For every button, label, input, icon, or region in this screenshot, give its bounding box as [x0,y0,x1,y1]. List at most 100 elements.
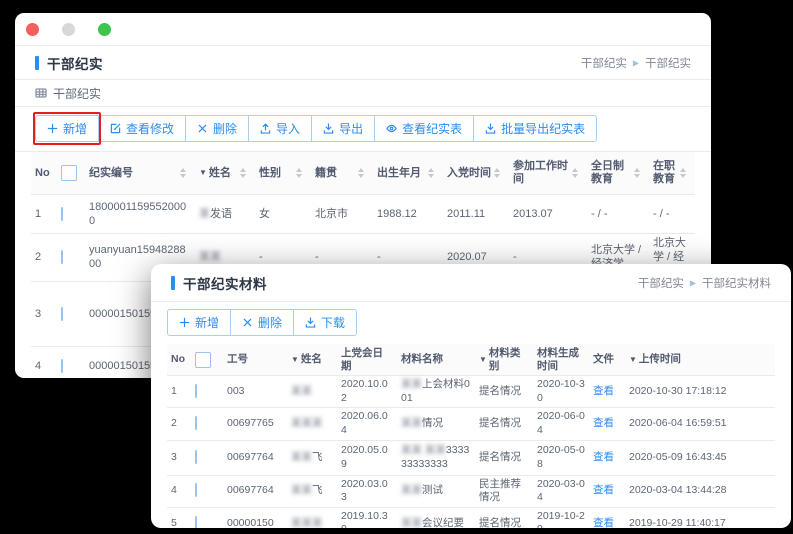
breadcrumb-item[interactable]: 干部纪实 [581,55,627,71]
select-all-checkbox[interactable] [195,352,211,368]
column-header[interactable]: 出生年月 [373,167,443,180]
sort-icon[interactable] [428,168,434,178]
table-row: 200697765某某某2020.06.04某某情况提名情况2020-06-04… [167,408,775,440]
table-cell: 查看 [589,515,625,528]
breadcrumb-item[interactable]: 干部纪实 [645,55,691,71]
close-icon [242,317,253,328]
table-cell: 某某某 [287,415,337,433]
window-titlebar [15,13,711,46]
column-header[interactable]: 全日制教育 [587,160,649,185]
column-header[interactable]: 工号 [223,353,287,365]
table-cell [57,205,85,223]
column-header[interactable]: 在职教育 [649,160,695,185]
view-link[interactable]: 查看 [593,451,614,463]
filter-icon[interactable]: ▼ [199,168,207,177]
table-cell: 提名情况 [475,449,533,467]
row-checkbox[interactable] [195,416,197,430]
table-cell: - / - [587,205,649,223]
download-icon [305,317,316,328]
sort-icon[interactable] [358,168,364,178]
toolbar: 新增查看修改删除导入导出查看纪实表批量导出纪实表 [15,107,711,152]
table-cell: 查看 [589,383,625,401]
column-header[interactable]: ▼姓名 [287,353,337,365]
toolbar-button[interactable]: 删除 [186,116,249,141]
table-cell: 3 [167,449,191,467]
table-cell: 1 [167,383,191,401]
toolbar-button[interactable]: 查看纪实表 [375,116,474,141]
toolbar-button[interactable]: 删除 [231,310,294,335]
table-cell: 00697764 [223,482,287,500]
edit-icon [110,123,121,134]
column-header-label: 文件 [593,353,614,365]
column-header[interactable]: 籍贯 [311,167,373,180]
row-checkbox[interactable] [195,450,197,464]
table-cell: 某某飞 [287,449,337,467]
column-header[interactable]: No [31,167,57,180]
table-cell: 00697765 [223,415,287,433]
column-header-label: 上传时间 [639,353,681,365]
toolbar-button[interactable]: 批量导出纪实表 [474,116,596,141]
table-cell: 003 [223,383,287,401]
column-header[interactable]: 性别 [255,167,311,180]
view-link[interactable]: 查看 [593,484,614,496]
close-window-button[interactable] [26,23,39,36]
grid-icon [35,87,47,99]
toolbar-button[interactable]: 新增 [36,116,99,141]
column-header[interactable]: ▼上传时间 [625,353,775,365]
table-cell: 某某测试 [397,482,475,500]
minimize-window-button[interactable] [62,23,75,36]
select-all-checkbox[interactable] [61,165,77,181]
table-cell: 2011.11 [443,205,509,223]
toolbar-button[interactable]: 新增 [168,310,231,335]
column-header[interactable]: 入党时间 [443,167,509,180]
table-cell: 查看 [589,415,625,433]
view-link[interactable]: 查看 [593,417,614,429]
column-header[interactable]: 文件 [589,353,625,365]
page-title-row: 干部纪实材料 干部纪实 ▶ 干部纪实材料 [151,264,791,302]
sort-icon[interactable] [296,168,302,178]
column-header-label: 性别 [259,167,281,180]
table-header-row: No工号▼姓名上党会日期材料名称▼材料类别材料生成时间文件▼上传时间 [167,344,775,376]
toolbar-button[interactable]: 导出 [312,116,375,141]
sort-icon[interactable] [572,168,578,178]
page-title: 干部纪实 [47,53,103,73]
row-checkbox[interactable] [195,483,197,497]
row-checkbox[interactable] [61,207,63,221]
filter-icon[interactable]: ▼ [629,355,637,364]
toolbar-button[interactable]: 查看修改 [99,116,186,141]
column-header[interactable]: 材料名称 [397,353,475,365]
page-title: 干部纪实材料 [183,273,267,293]
table-cell: 2020-10-30 [533,376,589,407]
sort-icon[interactable] [634,168,640,178]
maximize-window-button[interactable] [98,23,111,36]
view-link[interactable]: 查看 [593,385,614,397]
table-row: 118000011595520000某发语女北京市1988.122011.112… [31,195,695,234]
sort-icon[interactable] [240,168,246,178]
column-header[interactable]: 材料生成时间 [533,347,589,371]
table-cell: 某某某 [287,515,337,528]
row-checkbox[interactable] [61,307,63,321]
sort-icon[interactable] [680,168,686,178]
sort-icon[interactable] [494,168,500,178]
filter-icon[interactable]: ▼ [291,355,299,364]
row-checkbox[interactable] [195,516,197,528]
row-checkbox[interactable] [61,359,63,373]
table-cell: - / - [649,205,695,223]
view-link[interactable]: 查看 [593,517,614,528]
column-header[interactable]: ▼材料类别 [475,347,533,371]
table-cell: 2020-06-04 16:59:51 [625,415,775,433]
row-checkbox[interactable] [195,384,197,398]
breadcrumb-item[interactable]: 干部纪实 [638,275,684,291]
column-header[interactable]: ▼姓名 [195,167,255,180]
column-header[interactable]: No [167,353,191,365]
toolbar-button[interactable]: 下载 [294,310,356,335]
table-row: 1003某某2020.10.02某某上会材料001提名情况2020-10-30查… [167,376,775,408]
filter-icon[interactable]: ▼ [479,355,487,364]
column-header[interactable]: 上党会日期 [337,347,397,371]
sort-icon[interactable] [180,168,186,178]
column-header[interactable]: 纪实编号 [85,167,195,180]
breadcrumb-item[interactable]: 干部纪实材料 [702,275,771,291]
column-header[interactable]: 参加工作时间 [509,160,587,185]
toolbar-button[interactable]: 导入 [249,116,312,141]
row-checkbox[interactable] [61,250,63,264]
